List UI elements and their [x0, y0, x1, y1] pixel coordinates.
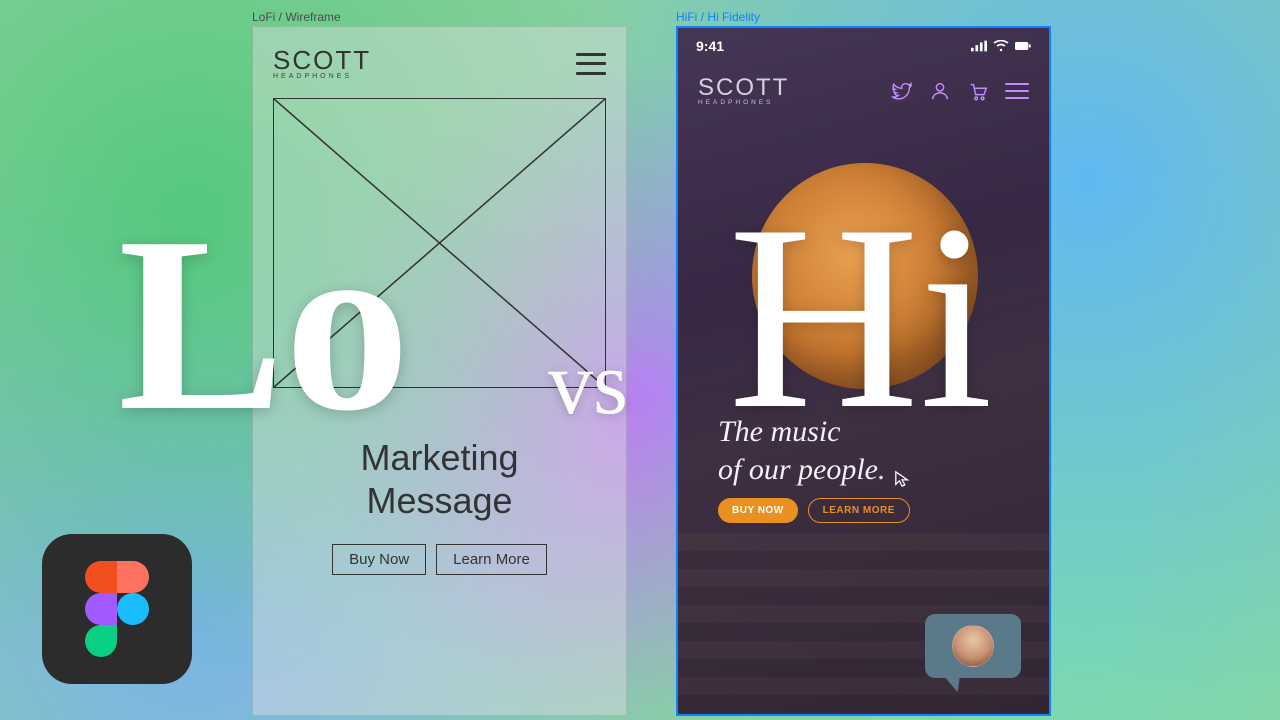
lofi-header: SCOTT HEADPHONES — [273, 47, 606, 80]
heading-line-1: The music — [718, 413, 885, 451]
header-icon-row — [891, 80, 1029, 102]
hifi-button-row: BUY NOW LEARN MORE — [718, 498, 910, 523]
hero-image — [752, 163, 978, 389]
brand-logo: SCOTT HEADPHONES — [698, 76, 789, 107]
figma-logo-icon — [85, 561, 149, 657]
avatar — [952, 625, 994, 667]
lofi-button-row: Buy Now Learn More — [273, 544, 606, 575]
brand-logo: SCOTT HEADPHONES — [273, 47, 371, 80]
lofi-marketing-heading: Marketing Message — [273, 436, 606, 522]
buy-now-button[interactable]: Buy Now — [332, 544, 426, 575]
frame-label-lofi[interactable]: LoFi / Wireframe — [252, 10, 341, 24]
figma-logo-badge — [42, 534, 192, 684]
frame-label-hifi[interactable]: HiFi / Hi Fidelity — [676, 10, 760, 24]
image-placeholder — [273, 98, 606, 388]
cursor-icon — [894, 470, 912, 488]
learn-more-button[interactable]: LEARN MORE — [808, 498, 910, 523]
lofi-frame[interactable]: SCOTT HEADPHONES Marketing Message Buy N… — [252, 26, 627, 716]
buy-now-button[interactable]: BUY NOW — [718, 498, 798, 523]
learn-more-button[interactable]: Learn More — [436, 544, 547, 575]
wifi-icon — [993, 40, 1009, 52]
title-overlay: Lo vs Hi — [0, 0, 1280, 720]
hamburger-icon[interactable] — [576, 53, 606, 75]
heading-line-2: of our people. — [718, 451, 885, 489]
status-icons — [971, 40, 1031, 52]
heading-line-2: Message — [273, 479, 606, 522]
hifi-frame[interactable]: 9:41 SCOTT HEADPHONES The music of — [676, 26, 1051, 716]
heading-line-1: Marketing — [273, 436, 606, 479]
figma-canvas[interactable]: LoFi / Wireframe HiFi / Hi Fidelity SCOT… — [0, 0, 1280, 720]
twitter-icon[interactable] — [891, 80, 913, 102]
hifi-header: SCOTT HEADPHONES — [678, 60, 1049, 107]
status-time: 9:41 — [696, 38, 724, 54]
brand-name: SCOTT — [273, 47, 371, 73]
user-icon[interactable] — [929, 80, 951, 102]
status-bar: 9:41 — [678, 28, 1049, 60]
hamburger-icon[interactable] — [1005, 83, 1029, 99]
cellular-icon — [971, 40, 987, 52]
cart-icon[interactable] — [967, 80, 989, 102]
battery-icon — [1015, 40, 1031, 52]
hifi-hero-heading: The music of our people. — [718, 413, 885, 488]
brand-name: SCOTT — [698, 76, 789, 100]
chat-bubble[interactable] — [925, 614, 1021, 678]
